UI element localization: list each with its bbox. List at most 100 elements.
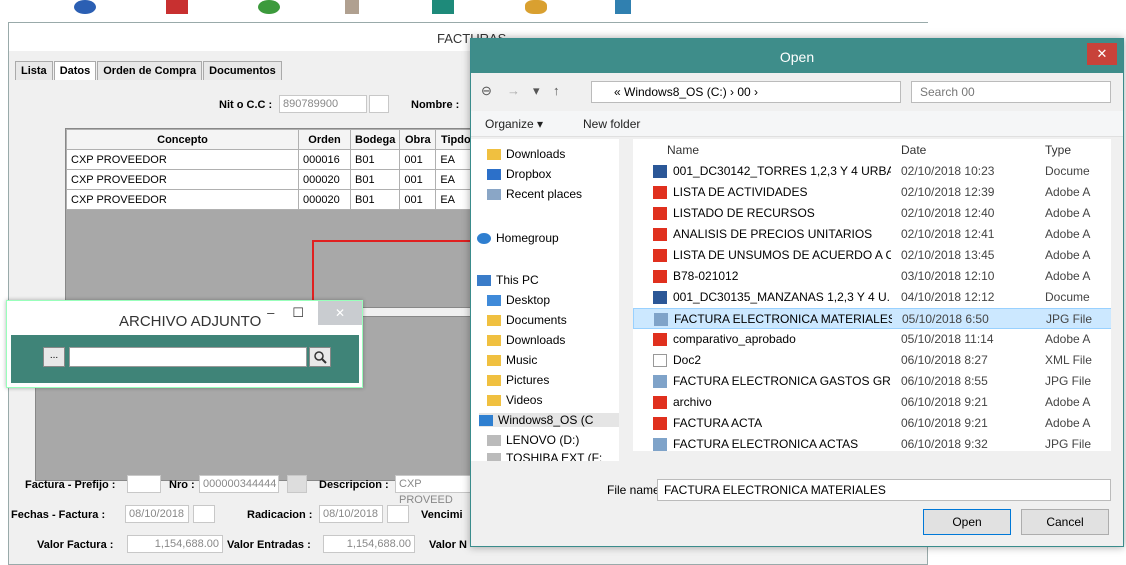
file-row[interactable]: 001_DC30142_TORRES 1,2,3 Y 4 URBA... 02/1… [633, 161, 1113, 182]
nav-item-this-pc[interactable]: This PC [477, 273, 539, 287]
minimize-icon[interactable]: – [267, 305, 274, 321]
nav-item-downloads-pc[interactable]: Downloads [487, 333, 565, 347]
nav-scrollbar[interactable] [619, 139, 631, 461]
close-icon[interactable]: ✕ [1087, 43, 1117, 65]
nav-item-recent-places[interactable]: Recent places [487, 187, 582, 201]
file-row[interactable]: LISTA DE UNSUMOS DE ACUERDO A C... 02/10/… [633, 245, 1113, 266]
col-type-header[interactable]: Type [1045, 143, 1071, 157]
cell-orden: 000020 [298, 169, 351, 190]
table-row[interactable]: CXP PROVEEDOR 000016 B01 001 EA [66, 149, 477, 170]
fecha-factura-field[interactable]: 08/10/2018 [125, 505, 189, 523]
drive-icon [479, 414, 493, 426]
nav-item-lenovo[interactable]: LENOVO (D:) [487, 433, 579, 447]
file-row[interactable]: FACTURA ELECTRONICA MATERIALES 05/10/2018… [633, 308, 1113, 329]
folder-icon [487, 148, 501, 160]
search-input[interactable]: Search 00 [911, 81, 1111, 103]
computer-icon [477, 274, 491, 286]
valor-entradas-label: Valor Entradas : [227, 539, 311, 551]
file-row[interactable]: LISTADO DE RECURSOS 02/10/2018 12:40 Adobe… [633, 203, 1113, 224]
nav-item-windows8-os[interactable]: Windows8_OS (C [479, 413, 619, 427]
app-icon-1[interactable] [74, 0, 96, 14]
file-name-input[interactable]: FACTURA ELECTRONICA MATERIALES [657, 479, 1111, 501]
col-concepto: Concepto [66, 129, 299, 150]
app-icon-6[interactable] [525, 0, 547, 14]
nav-item-music[interactable]: Music [487, 353, 537, 367]
videos-folder-icon [487, 394, 501, 406]
nit-field[interactable]: 890789900 [279, 95, 367, 113]
app-icon-2[interactable] [166, 0, 188, 14]
table-row[interactable]: CXP PROVEEDOR 000020 B01 001 EA [66, 169, 477, 190]
file-row[interactable]: Doc2 06/10/2018 8:27 XML File [633, 350, 1113, 371]
calendar-dropdown-icon[interactable] [193, 505, 215, 523]
nav-item-documents[interactable]: Documents [487, 313, 567, 327]
tab-lista[interactable]: Lista [15, 61, 53, 80]
attach-button-icon[interactable] [287, 475, 307, 493]
nro-field[interactable]: 000000344444 [199, 475, 279, 493]
file-row[interactable]: B78-021012 03/10/2018 12:10 Adobe A [633, 266, 1113, 287]
doc-file-icon [653, 291, 667, 304]
valor-entradas-field[interactable]: 1,154,688.00 [323, 535, 415, 553]
open-button[interactable]: Open [923, 509, 1011, 535]
tab-documentos[interactable]: Documentos [203, 61, 282, 80]
col-name-header[interactable]: Name [667, 143, 699, 157]
nav-item-downloads[interactable]: Downloads [487, 147, 565, 161]
file-type: Adobe A [1045, 332, 1091, 346]
nit-search-icon[interactable] [369, 95, 389, 113]
file-row[interactable]: 001_DC30135_MANZANAS 1,2,3 Y 4 U... 04/10… [633, 287, 1113, 308]
file-list-scrollbar[interactable] [1111, 139, 1123, 461]
file-row[interactable]: FACTURA ELECTRONICA GASTOS GRL... 06/10/2… [633, 371, 1113, 392]
close-icon[interactable]: ✕ [318, 301, 362, 325]
prefijo-field[interactable] [127, 475, 161, 493]
file-type: Adobe A [1045, 248, 1091, 262]
file-path-input[interactable] [69, 347, 307, 367]
pdf-file-icon [653, 396, 667, 409]
up-arrow-icon[interactable]: ↑ [553, 83, 560, 98]
new-folder-button[interactable]: New folder [583, 117, 640, 131]
forward-arrow-icon[interactable]: → [507, 83, 520, 98]
dropbox-icon [487, 168, 501, 180]
nav-item-dropbox[interactable]: Dropbox [487, 167, 551, 181]
valor-n-label: Valor N [429, 539, 467, 551]
file-list-hscrollbar[interactable] [633, 451, 1111, 461]
connector-line [313, 240, 473, 242]
search-icon[interactable] [309, 347, 331, 367]
file-date: 06/10/2018 9:32 [901, 437, 988, 451]
fecha-radicacion-field[interactable]: 08/10/2018 [319, 505, 383, 523]
organize-button[interactable]: Organize ▾ [485, 117, 543, 131]
valor-factura-field[interactable]: 1,154,688.00 [127, 535, 223, 553]
file-name: LISTA DE ACTIVIDADES [673, 185, 808, 199]
file-type: JPG File [1046, 312, 1093, 326]
calendar-dropdown-icon[interactable] [387, 505, 409, 523]
facturas-tabs: Lista Datos Orden de Compra Documentos [15, 61, 283, 80]
col-date-header[interactable]: Date [901, 143, 926, 157]
cancel-button[interactable]: Cancel [1021, 509, 1109, 535]
back-arrow-icon[interactable]: ⊖ [481, 83, 492, 99]
nav-item-toshiba[interactable]: TOSHIBA EXT (F: [487, 451, 602, 461]
app-icon-4[interactable] [345, 0, 359, 14]
descripcion-field[interactable]: CXP PROVEED [395, 475, 471, 506]
file-row[interactable]: comparativo_aprobado 05/10/2018 11:14 Adob… [633, 329, 1113, 350]
file-row[interactable]: LISTA DE ACTIVIDADES 02/10/2018 12:39 Adob… [633, 182, 1113, 203]
file-row[interactable]: ANALISIS DE PRECIOS UNITARIOS 02/10/2018 … [633, 224, 1113, 245]
app-icon-5[interactable] [432, 0, 454, 14]
open-file-dialog: Open ✕ ⊖ → ▾ ↑ « Windows8_OS (C:) › 00 ›… [470, 38, 1124, 547]
address-row: ⊖ → ▾ ↑ « Windows8_OS (C:) › 00 › Search… [471, 77, 1123, 107]
file-row[interactable]: archivo 06/10/2018 9:21 Adobe A [633, 392, 1113, 413]
tab-datos[interactable]: Datos [53, 61, 97, 80]
chevron-down-icon[interactable]: ▾ [533, 83, 540, 99]
file-row[interactable]: FACTURA ACTA 06/10/2018 9:21 Adobe A [633, 413, 1113, 434]
tab-orden-de-compra[interactable]: Orden de Compra [97, 61, 203, 80]
maximize-icon[interactable]: ☐ [292, 305, 304, 321]
address-bar[interactable]: « Windows8_OS (C:) › 00 › [591, 81, 901, 103]
nav-item-videos[interactable]: Videos [487, 393, 542, 407]
file-name: FACTURA ELECTRONICA MATERIALES [674, 312, 892, 326]
table-row[interactable]: CXP PROVEEDOR 000020 B01 001 EA [66, 189, 477, 210]
browse-button[interactable]: ... [43, 347, 65, 367]
nav-item-label: LENOVO (D:) [506, 433, 580, 447]
app-icon-7[interactable] [615, 0, 631, 14]
pdf-file-icon [653, 249, 667, 262]
app-icon-3[interactable] [258, 0, 280, 14]
nav-item-pictures[interactable]: Pictures [487, 373, 549, 387]
nav-item-desktop[interactable]: Desktop [487, 293, 550, 307]
nav-item-homegroup[interactable]: Homegroup [477, 231, 559, 245]
